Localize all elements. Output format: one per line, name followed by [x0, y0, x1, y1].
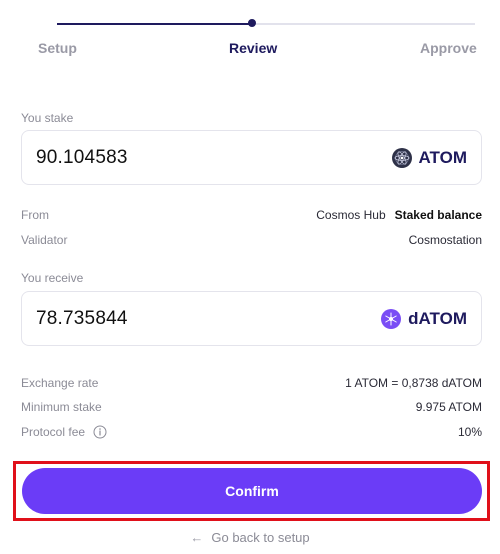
exchange-rate-value: 1 ATOM = 0,8738 dATOM	[345, 376, 482, 390]
back-to-setup-link[interactable]: ← Go back to setup	[0, 527, 500, 547]
minimum-stake-label: Minimum stake	[21, 400, 102, 414]
receive-token-symbol: dATOM	[408, 309, 467, 328]
back-to-setup-label: Go back to setup	[211, 529, 310, 545]
receive-amount-box: 78.735844 dATOM	[21, 291, 482, 346]
confirm-button[interactable]: Confirm	[22, 468, 482, 514]
from-label: From	[21, 208, 49, 222]
atom-icon	[391, 148, 412, 168]
from-source: Staked balance	[394, 208, 482, 222]
protocol-fee-value: 10%	[457, 425, 482, 439]
stake-label: You stake	[21, 111, 74, 125]
stepper-progress	[57, 23, 251, 25]
stake-amount: 90.104583	[36, 147, 128, 168]
receive-amount: 78.735844	[36, 308, 128, 329]
datom-icon	[381, 309, 402, 329]
minimum-stake-value: 9.975 ATOM	[415, 400, 482, 414]
protocol-fee-label: Protocol fee	[21, 425, 86, 439]
stake-token: ATOM	[391, 145, 467, 171]
arrow-left-icon: ←	[190, 529, 204, 545]
stake-amount-box: 90.104583 ATOM	[21, 130, 482, 185]
stake-token-symbol: ATOM	[418, 148, 467, 167]
validator-row: Validator Cosmostation	[21, 233, 482, 251]
step-setup[interactable]: Setup	[38, 40, 77, 56]
from-value-group: Cosmos Hub Staked balance	[316, 208, 482, 222]
from-row: From Cosmos Hub Staked balance	[21, 208, 482, 226]
validator-label: Validator	[21, 233, 68, 247]
from-value: Cosmos Hub	[316, 208, 386, 222]
minimum-stake-row: Minimum stake 9.975 ATOM	[21, 400, 482, 418]
progress-stepper: Setup Review Approve	[0, 0, 500, 70]
receive-label: You receive	[21, 271, 84, 285]
protocol-fee-key: Protocol fee	[21, 425, 107, 439]
step-approve: Approve	[420, 40, 477, 56]
info-icon[interactable]	[93, 425, 107, 439]
exchange-rate-label: Exchange rate	[21, 376, 99, 390]
receive-token: dATOM	[381, 306, 467, 332]
protocol-fee-row: Protocol fee 10%	[21, 425, 482, 443]
stepper-current-dot	[248, 19, 256, 27]
step-review: Review	[229, 40, 278, 56]
validator-value: Cosmostation	[408, 233, 482, 247]
exchange-rate-row: Exchange rate 1 ATOM = 0,8738 dATOM	[21, 376, 482, 394]
